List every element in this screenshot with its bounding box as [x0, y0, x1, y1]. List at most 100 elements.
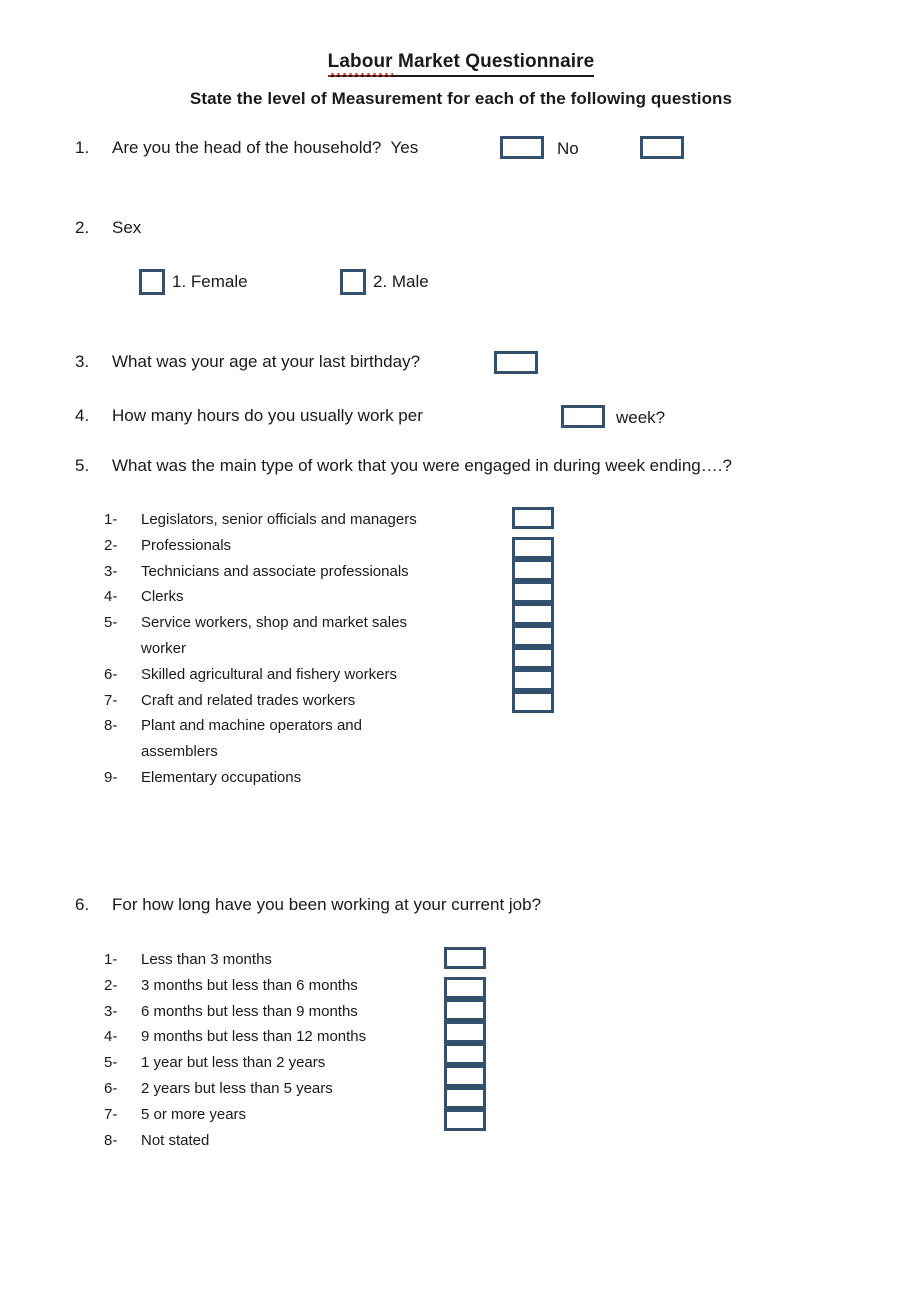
- question-3: 3. What was your age at your last birthd…: [75, 351, 420, 374]
- question-1-no-box[interactable]: [640, 136, 684, 159]
- option-number: 1-: [104, 951, 118, 968]
- option-number: 7-: [104, 1105, 118, 1123]
- list-item[interactable]: 6- 2 years but less than 5 years: [104, 1076, 366, 1102]
- question-5-answer-box-2[interactable]: [512, 537, 554, 559]
- option-label: Professionals: [141, 536, 232, 554]
- list-item[interactable]: 2- Professionals: [104, 533, 441, 559]
- option-number: 2-: [104, 536, 118, 554]
- question-4-text: How many hours do you usually work per: [112, 406, 423, 425]
- question-5-answer-box-5[interactable]: [512, 603, 554, 625]
- question-2: 2. Sex: [75, 217, 141, 240]
- list-item[interactable]: 5- Service workers, shop and market sale…: [104, 610, 441, 662]
- question-5-answer-box-8[interactable]: [512, 669, 554, 691]
- question-4-suffix-label: week?: [616, 408, 666, 427]
- question-4-number: 4.: [75, 406, 90, 425]
- option-number: 3-: [104, 1002, 118, 1020]
- list-item[interactable]: 3- Technicians and associate professiona…: [104, 559, 441, 585]
- list-item[interactable]: 7- Craft and related trades workers: [104, 688, 441, 714]
- page-subtitle: State the level of Measurement for each …: [189, 88, 733, 108]
- page-title-rest: Market Questionnaire: [392, 51, 595, 72]
- option-number: 6-: [104, 1079, 118, 1097]
- question-6-answer-box-7[interactable]: [444, 1087, 486, 1109]
- question-6-answer-box-5[interactable]: [444, 1043, 486, 1065]
- question-1: 1. Are you the head of the household? Ye…: [75, 137, 418, 160]
- question-2-female-label: 1. Female: [172, 272, 248, 291]
- page-title: Labour Market Questionnaire: [327, 50, 595, 77]
- question-5-text: What was the main type of work that you …: [112, 456, 732, 475]
- question-6: 6. For how long have you been working at…: [75, 894, 541, 917]
- option-number: 7-: [104, 691, 118, 709]
- question-1-text: Are you the head of the household? Yes: [112, 138, 419, 157]
- question-5-answer-box-1[interactable]: [512, 507, 554, 529]
- question-6-answer-box-1[interactable]: [444, 947, 486, 969]
- list-item[interactable]: 4- Clerks: [104, 584, 441, 610]
- question-6-option-list: 1- Less than 3 months 2- 3 months but le…: [104, 947, 366, 1153]
- option-label: 3 months but less than 6 months: [141, 976, 358, 994]
- option-label: 9 months but less than 12 months: [141, 1028, 367, 1046]
- list-item[interactable]: 6- Skilled agricultural and fishery work…: [104, 662, 441, 688]
- option-label: Service workers, shop and market sales w…: [141, 614, 407, 657]
- option-number: 4-: [104, 588, 118, 606]
- question-5-answer-box-6[interactable]: [512, 625, 554, 647]
- question-5-answer-box-4[interactable]: [512, 581, 554, 603]
- question-6-box-stack: [444, 947, 486, 1131]
- question-6-answer-box-6[interactable]: [444, 1065, 486, 1087]
- question-3-answer-box[interactable]: [494, 351, 538, 374]
- option-label: Less than 3 months: [141, 951, 272, 968]
- title-block: Labour Market Questionnaire State the le…: [0, 0, 922, 109]
- list-item[interactable]: 3- 6 months but less than 9 months: [104, 999, 366, 1025]
- question-6-answer-box-8[interactable]: [444, 1109, 486, 1131]
- question-1-no-label: No: [557, 139, 579, 158]
- question-2-male-checkbox[interactable]: [340, 269, 366, 295]
- question-2-text: Sex: [112, 218, 142, 237]
- question-5-answer-box-3[interactable]: [512, 559, 554, 581]
- option-label: 5 or more years: [141, 1105, 247, 1123]
- option-number: 3-: [104, 562, 118, 580]
- option-number: 6-: [104, 665, 118, 683]
- question-5-option-list: 1- Legislators, senior officials and man…: [104, 507, 441, 791]
- option-number: 8-: [104, 1131, 118, 1149]
- question-4-answer-box[interactable]: [561, 405, 605, 428]
- list-item[interactable]: 2- 3 months but less than 6 months: [104, 973, 366, 999]
- list-item[interactable]: 8- Not stated: [104, 1128, 366, 1154]
- question-6-number: 6.: [75, 895, 90, 914]
- question-6-answer-box-3[interactable]: [444, 999, 486, 1021]
- option-number: 5-: [104, 1054, 118, 1072]
- list-item[interactable]: 1- Legislators, senior officials and man…: [104, 507, 441, 533]
- list-item[interactable]: 7- 5 or more years: [104, 1102, 366, 1128]
- question-2-female-checkbox[interactable]: [139, 269, 165, 295]
- question-1-yes-box[interactable]: [500, 136, 544, 159]
- question-2-option-female[interactable]: 1. Female: [139, 269, 248, 295]
- question-5-box-stack: [512, 507, 554, 713]
- option-number: 9-: [104, 768, 118, 786]
- questionnaire-page: Labour Market Questionnaire State the le…: [0, 0, 922, 1291]
- option-label: 1 year but less than 2 years: [141, 1054, 326, 1072]
- question-2-option-male[interactable]: 2. Male: [340, 269, 429, 295]
- option-number: 4-: [104, 1028, 118, 1046]
- question-5: 5. What was the main type of work that y…: [75, 455, 732, 478]
- option-label: Skilled agricultural and fishery workers: [141, 665, 397, 683]
- option-label: Craft and related trades workers: [141, 691, 356, 709]
- question-6-answer-box-2[interactable]: [444, 977, 486, 999]
- list-item[interactable]: 9- Elementary occupations: [104, 765, 441, 791]
- option-label: Legislators, senior officials and manage…: [141, 511, 417, 528]
- question-5-answer-box-7[interactable]: [512, 647, 554, 669]
- question-2-male-label: 2. Male: [373, 272, 429, 291]
- list-item[interactable]: 8- Plant and machine operators and assem…: [104, 713, 441, 765]
- list-item[interactable]: 1- Less than 3 months: [104, 947, 366, 973]
- question-6-text: For how long have you been working at yo…: [112, 895, 542, 914]
- question-3-number: 3.: [75, 352, 90, 371]
- option-label: Plant and machine operators and assemble…: [141, 717, 362, 761]
- option-label: Not stated: [141, 1131, 210, 1149]
- question-6-answer-box-4[interactable]: [444, 1021, 486, 1043]
- question-1-number: 1.: [75, 138, 90, 157]
- option-label: Technicians and associate professionals: [141, 562, 409, 580]
- list-item[interactable]: 5- 1 year but less than 2 years: [104, 1050, 366, 1076]
- question-5-answer-box-9[interactable]: [512, 691, 554, 713]
- option-number: 5-: [104, 614, 118, 632]
- question-5-number: 5.: [75, 456, 90, 475]
- option-label: 6 months but less than 9 months: [141, 1002, 358, 1020]
- list-item[interactable]: 4- 9 months but less than 12 months: [104, 1024, 366, 1050]
- question-3-text: What was your age at your last birthday?: [112, 352, 421, 371]
- option-number: 8-: [104, 717, 118, 735]
